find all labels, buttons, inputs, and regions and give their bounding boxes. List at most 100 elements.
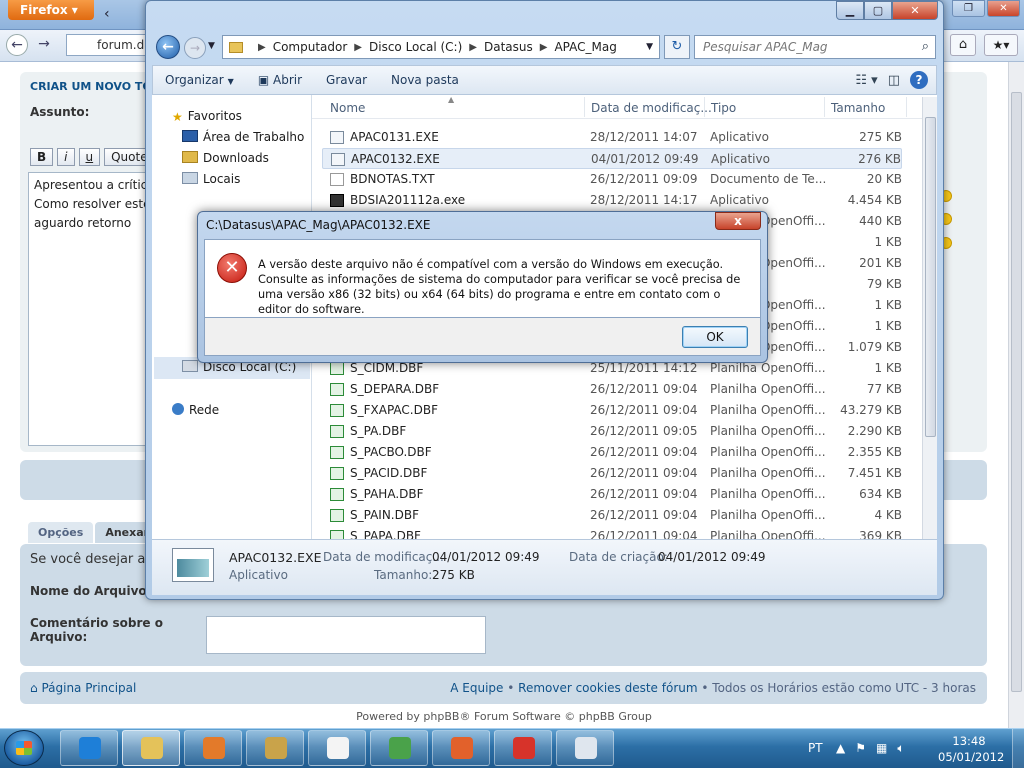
file-row[interactable]: S_DEPARA.DBF 26/12/2011 09:04 Planilha Ope…: [322, 379, 902, 400]
footer-separator: •: [697, 681, 713, 695]
start-button[interactable]: [4, 730, 44, 766]
file-name: S_DEPARA.DBF: [350, 382, 440, 396]
maximize-button[interactable]: ▢: [864, 1, 892, 20]
firefox-window-controls: ❐ ✕: [952, 0, 1020, 18]
back-button[interactable]: ←: [156, 35, 180, 59]
firefox-menu-button[interactable]: Firefox ▾: [8, 0, 94, 20]
show-hidden-icons-icon[interactable]: ▲: [836, 741, 845, 756]
breadcrumb-datasus[interactable]: Datasus: [484, 40, 533, 54]
chevron-right-icon[interactable]: ▶: [354, 42, 362, 53]
search-icon[interactable]: ⌕: [922, 39, 929, 54]
team-link[interactable]: A Equipe: [450, 681, 503, 695]
column-header-name[interactable]: Nome: [330, 101, 365, 115]
taskbar-app-button[interactable]: [60, 730, 118, 766]
column-divider[interactable]: [704, 97, 705, 117]
taskbar-app-button[interactable]: [308, 730, 366, 766]
home-link[interactable]: ⌂ Página Principal: [30, 681, 136, 695]
file-row[interactable]: S_FXAPAC.DBF 26/12/2011 09:04 Planilha Ope…: [322, 400, 902, 421]
taskbar-app-button[interactable]: [556, 730, 614, 766]
chevron-right-icon[interactable]: ▶: [469, 42, 477, 53]
ok-button[interactable]: OK: [682, 326, 748, 348]
language-indicator[interactable]: PT: [808, 741, 823, 755]
taskbar-app-button[interactable]: [184, 730, 242, 766]
post-line: aguardo retorno: [34, 216, 132, 230]
page-scrollbar[interactable]: [1008, 62, 1024, 728]
taskbar-app-button[interactable]: [494, 730, 552, 766]
file-row[interactable]: BDNOTAS.TXT 26/12/2011 09:09 Documento de …: [322, 169, 902, 190]
taskbar-app-button[interactable]: [432, 730, 490, 766]
dialog-close-button[interactable]: x: [715, 212, 761, 230]
chevron-right-icon[interactable]: ▶: [258, 42, 266, 53]
close-button[interactable]: ✕: [892, 1, 938, 20]
view-options-icon[interactable]: ☷ ▾: [855, 73, 877, 88]
preview-pane-icon[interactable]: ◫: [888, 73, 900, 88]
breadcrumb-computer[interactable]: Computador: [273, 40, 348, 54]
refresh-button[interactable]: ↻: [664, 35, 690, 59]
nav-network[interactable]: Rede: [172, 403, 219, 417]
column-divider[interactable]: [824, 97, 825, 117]
open-button[interactable]: ▣ Abrir: [246, 73, 314, 87]
chevron-right-icon[interactable]: ▶: [540, 42, 548, 53]
taskbar-app-button[interactable]: [246, 730, 304, 766]
address-bar[interactable]: ▶ Computador ▶ Disco Local (C:) ▶ Datasu…: [222, 35, 660, 59]
column-header-type[interactable]: Tipo: [711, 101, 736, 115]
file-size: 77 KB: [866, 382, 902, 396]
page-scrollbar-thumb[interactable]: [1011, 92, 1022, 692]
file-row[interactable]: S_PA.DBF 26/12/2011 09:05 Planilha OpenOff…: [322, 421, 902, 442]
tab-options[interactable]: Opções: [28, 522, 94, 543]
file-row[interactable]: APAC0131.EXE 28/12/2011 14:07 Aplicativo 27…: [322, 127, 902, 148]
organize-button[interactable]: Organizar ▼: [153, 73, 246, 87]
chevron-down-icon[interactable]: ▼: [646, 42, 653, 52]
remove-cookies-link[interactable]: Remover cookies deste fórum: [518, 681, 697, 695]
italic-button[interactable]: i: [57, 148, 75, 166]
minimize-button[interactable]: ▁: [836, 1, 864, 20]
file-list-scrollbar[interactable]: [922, 97, 937, 539]
file-row[interactable]: S_PACID.DBF 26/12/2011 09:04 Planilha Open…: [322, 463, 902, 484]
nav-downloads[interactable]: Downloads: [182, 151, 269, 165]
nav-desktop[interactable]: Área de Trabalho: [182, 130, 304, 144]
new-folder-button[interactable]: Nova pasta: [379, 73, 471, 87]
file-row[interactable]: S_PAHA.DBF 26/12/2011 09:04 Planilha OpenO…: [322, 484, 902, 505]
bookmarks-icon[interactable]: ★▾: [984, 34, 1018, 56]
search-placeholder: Pesquisar APAC_Mag: [703, 40, 828, 54]
nav-favorites[interactable]: ★ Favoritos: [172, 109, 242, 124]
underline-button[interactable]: u: [78, 148, 101, 166]
network-status-icon[interactable]: ▦: [876, 741, 887, 756]
file-comment-input[interactable]: [206, 616, 486, 654]
post-textarea[interactable]: Apresentou a crític Como resolver este a…: [28, 172, 158, 446]
forward-button[interactable]: →: [184, 37, 206, 59]
firefox-restore-button[interactable]: ❐: [952, 0, 985, 17]
bold-button[interactable]: B: [30, 148, 54, 166]
file-row[interactable]: S_PACBO.DBF 26/12/2011 09:04 Planilha Open…: [322, 442, 902, 463]
nav-downloads-label: Downloads: [203, 151, 269, 165]
file-name: S_PAHA.DBF: [350, 487, 424, 501]
firefox-back-button[interactable]: ←: [6, 34, 28, 56]
breadcrumb-apac-mag[interactable]: APAC_Mag: [554, 40, 616, 54]
tab-scroll-left-icon[interactable]: ‹: [104, 6, 118, 24]
breadcrumb-local-disk[interactable]: Disco Local (C:): [369, 40, 462, 54]
show-desktop-button[interactable]: [1012, 729, 1024, 768]
volume-icon[interactable]: 🔈︎: [897, 741, 904, 756]
places-icon: [182, 172, 198, 184]
burn-button[interactable]: Gravar: [314, 73, 379, 87]
file-row[interactable]: BDSIA201112a.exe 28/12/2011 14:17 Aplicati…: [322, 190, 902, 211]
file-list-scrollbar-thumb[interactable]: [925, 117, 936, 437]
action-center-flag-icon[interactable]: ⚑: [855, 741, 866, 756]
history-dropdown-icon[interactable]: ▼: [208, 41, 215, 51]
help-icon[interactable]: ?: [910, 71, 928, 89]
taskbar-app-button[interactable]: [370, 730, 428, 766]
system-clock[interactable]: 13:48 05/01/2012: [938, 733, 1004, 765]
column-header-date[interactable]: Data de modificaç...: [591, 101, 712, 115]
column-divider[interactable]: [584, 97, 585, 117]
home-icon[interactable]: ⌂: [950, 34, 976, 56]
column-divider[interactable]: [906, 97, 907, 117]
file-row[interactable]: S_PAPA.DBF 26/12/2011 09:04 Planilha OpenO…: [322, 526, 902, 539]
nav-places[interactable]: Locais: [182, 172, 240, 186]
taskbar-app-button[interactable]: [122, 730, 180, 766]
column-header-size[interactable]: Tamanho: [831, 101, 885, 115]
file-row[interactable]: APAC0132.EXE 04/01/2012 09:49 Aplicativo 27…: [322, 148, 902, 169]
firefox-close-button[interactable]: ✕: [987, 0, 1020, 17]
firefox-forward-button[interactable]: →: [34, 36, 54, 54]
search-input[interactable]: Pesquisar APAC_Mag ⌕: [694, 35, 936, 59]
file-row[interactable]: S_PAIN.DBF 26/12/2011 09:04 Planilha OpenO…: [322, 505, 902, 526]
